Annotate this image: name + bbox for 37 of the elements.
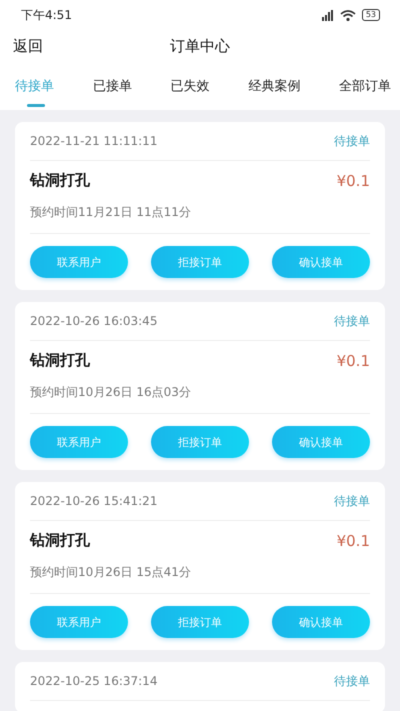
- order-time: 2022-10-25 16:37:14: [30, 674, 158, 688]
- order-status: 待接单: [334, 132, 370, 150]
- action-button[interactable]: 确认接单: [272, 426, 370, 458]
- back-link[interactable]: 返回: [13, 36, 43, 56]
- signal-icon: [320, 10, 334, 20]
- tab[interactable]: 已接单: [92, 71, 132, 107]
- order-status: 待接单: [334, 492, 370, 510]
- order-status: 待接单: [334, 672, 370, 690]
- page-title: 订单中心: [170, 36, 230, 56]
- action-button[interactable]: 确认接单: [272, 606, 370, 638]
- order-price: ¥0.1: [336, 172, 370, 190]
- action-button[interactable]: 拒接订单: [151, 246, 249, 278]
- appointment-time: 预约时间10月26日 15点41分: [30, 564, 192, 581]
- order-price: ¥0.1: [336, 352, 370, 370]
- appointment-time: 预约时间10月26日 16点03分: [30, 384, 192, 401]
- action-button[interactable]: 联系用户: [30, 606, 128, 638]
- order-status: 待接单: [334, 312, 370, 330]
- tab[interactable]: 经典案例: [248, 71, 300, 107]
- action-button[interactable]: 联系用户: [30, 426, 128, 458]
- action-button[interactable]: 确认接单: [272, 246, 370, 278]
- order-time: 2022-11-21 11:11:11: [30, 134, 158, 148]
- action-button[interactable]: 拒接订单: [151, 426, 249, 458]
- wifi-icon: [340, 10, 356, 20]
- tab[interactable]: 全部订单: [339, 71, 391, 107]
- battery-icon: 53: [362, 9, 380, 21]
- status-time: 下午4:51: [21, 6, 72, 24]
- order-time: 2022-10-26 16:03:45: [30, 314, 158, 328]
- service-name: 钻洞打孔: [30, 351, 90, 370]
- appointment-time: 预约时间11月21日 11点11分: [30, 204, 192, 221]
- tab[interactable]: 待接单: [15, 71, 54, 107]
- order-price: ¥0.1: [336, 532, 370, 550]
- service-name: 钻洞打孔: [30, 171, 90, 190]
- service-name: 钻洞打孔: [30, 531, 90, 550]
- tab[interactable]: 已失效: [170, 71, 210, 107]
- action-button[interactable]: 拒接订单: [151, 606, 249, 638]
- order-time: 2022-10-26 15:41:21: [30, 494, 158, 508]
- action-button[interactable]: 联系用户: [30, 246, 128, 278]
